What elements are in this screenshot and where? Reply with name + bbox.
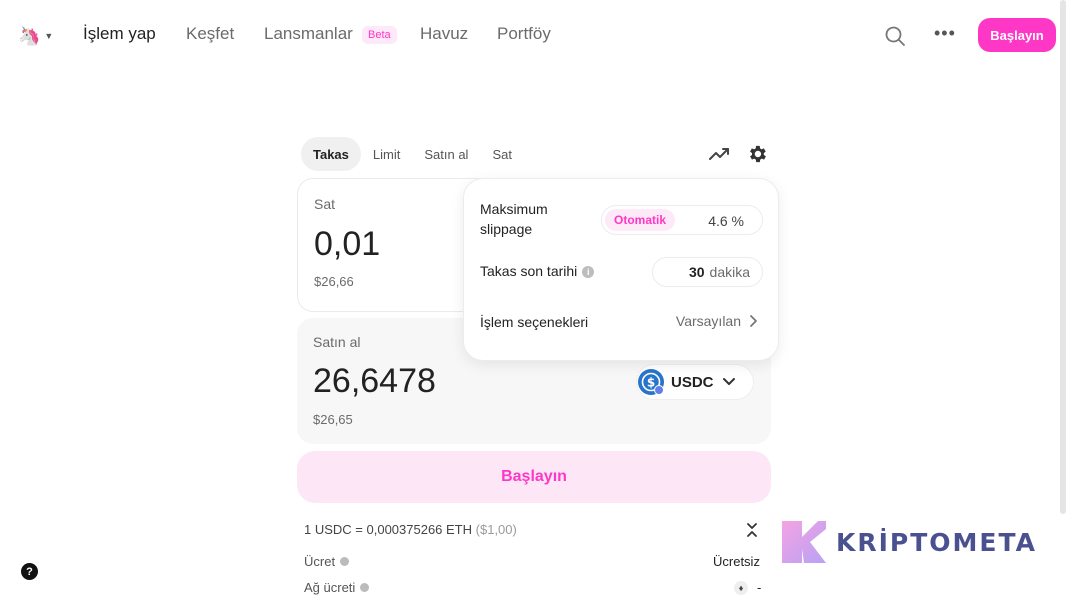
chart-trend-icon[interactable] <box>708 144 732 164</box>
tab-buy[interactable]: Satın al <box>412 137 480 171</box>
nav-item-explore[interactable]: Keşfet <box>186 24 234 44</box>
sell-amount-input[interactable]: 0,01 <box>314 225 380 264</box>
network-fee-value: - <box>757 580 762 595</box>
get-started-button[interactable]: Başlayın <box>978 18 1056 52</box>
fee-row-label: Ücret <box>304 554 350 569</box>
fee-value: Ücretsiz <box>713 554 760 569</box>
fee-label: Ücret <box>304 554 336 569</box>
buy-amount-input[interactable]: 26,6478 <box>313 362 436 401</box>
transaction-options-label: İşlem seçenekleri <box>480 314 589 330</box>
nav-item-trade[interactable]: İşlem yap <box>83 24 156 44</box>
deadline-input[interactable]: 30 dakika <box>652 257 763 287</box>
info-icon[interactable]: i <box>582 266 595 278</box>
search-icon[interactable] <box>884 25 906 47</box>
tab-swap[interactable]: Takas <box>301 137 361 171</box>
slippage-auto-toggle[interactable]: Otomatik <box>605 209 676 231</box>
deadline-label: Takas son tarihi <box>480 263 578 279</box>
settings-popover: Maksimum slippage Otomatik 4.6 % Takas s… <box>463 178 779 361</box>
usdc-icon: $ <box>638 369 664 395</box>
deadline-row-label: Takas son tarihi i <box>480 261 595 281</box>
deadline-value: 30 <box>688 264 705 280</box>
gear-icon[interactable] <box>746 143 768 165</box>
collapse-icon[interactable] <box>744 522 760 538</box>
beta-badge: Beta <box>362 26 397 44</box>
nav-item-launches[interactable]: Lansmanlar <box>264 24 353 44</box>
tab-limit[interactable]: Limit <box>361 137 412 171</box>
nav-item-portfolio[interactable]: Portföy <box>497 24 551 44</box>
token-selector[interactable]: $ USDC <box>637 365 753 399</box>
watermark-text: KRİPTOMETA <box>836 527 1037 557</box>
info-icon[interactable] <box>360 583 370 592</box>
uniswap-unicorn-icon: 🦄 <box>18 26 41 46</box>
top-nav: 🦄 ▼ İşlem yap Keşfet Lansmanlar Beta Hav… <box>0 0 1068 72</box>
rate-text: 1 USDC = 0,000375266 ETH <box>304 522 473 537</box>
network-fee-label: Ağ ücreti <box>304 580 356 595</box>
network-fee-row-label: Ağ ücreti <box>304 580 370 595</box>
sell-usd-value: $26,66 <box>314 274 354 289</box>
transaction-options-selector[interactable]: Varsayılan <box>676 313 758 329</box>
watermark: KRİPTOMETA <box>780 519 1040 565</box>
chevron-right-icon <box>750 315 757 327</box>
slippage-input[interactable]: Otomatik 4.6 % <box>601 205 763 235</box>
buy-label: Satın al <box>313 334 361 350</box>
chevron-down-icon: ▼ <box>44 31 54 41</box>
help-button[interactable]: ? <box>21 563 38 580</box>
chevron-down-icon <box>722 378 735 385</box>
page-scrollbar[interactable] <box>1060 0 1066 514</box>
slippage-label-line1: Maksimum <box>480 201 548 217</box>
logo-menu[interactable]: 🦄 ▼ <box>18 25 54 47</box>
info-icon[interactable] <box>340 557 350 566</box>
transaction-options-value: Varsayılan <box>675 313 741 329</box>
buy-usd-value: $26,65 <box>313 412 353 427</box>
slippage-value: 4.6 % <box>708 213 744 229</box>
nav-item-pool[interactable]: Havuz <box>420 24 468 44</box>
token-symbol: USDC <box>671 373 714 391</box>
tab-sell[interactable]: Sat <box>480 137 524 171</box>
sell-label: Sat <box>314 196 336 212</box>
kriptometa-logo-icon <box>782 521 826 563</box>
deadline-unit: dakika <box>709 264 750 280</box>
exchange-rate[interactable]: 1 USDC = 0,000375266 ETH ($1,00) <box>304 522 517 537</box>
get-started-swap-button[interactable]: Başlayın <box>297 451 771 503</box>
svg-text:$: $ <box>647 376 655 390</box>
slippage-label-line2: slippage <box>480 221 533 237</box>
more-icon[interactable]: ••• <box>934 24 958 47</box>
swap-tabs: Takas Limit Satın al Sat <box>301 137 524 171</box>
eth-icon: ♦ <box>734 581 748 595</box>
rate-usd: ($1,00) <box>475 522 517 537</box>
